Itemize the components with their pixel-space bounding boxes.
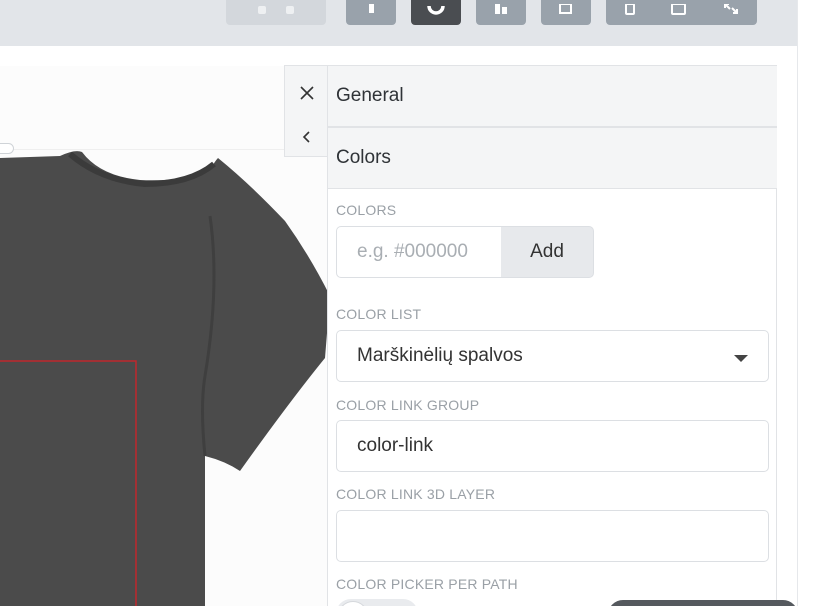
floating-action-bar[interactable] [608, 600, 798, 606]
chevron-down-icon [734, 355, 748, 362]
layers-icon [495, 3, 507, 14]
color-link-3d-layer-input[interactable] [336, 510, 769, 562]
palette-icon [427, 5, 445, 15]
general-section-header[interactable]: General [328, 65, 777, 127]
mobile-icon[interactable] [623, 3, 637, 18]
close-panel-button[interactable] [285, 70, 329, 116]
color-tool-button[interactable] [411, 0, 461, 25]
tshirt-image [0, 151, 330, 606]
text-icon [369, 3, 374, 13]
color-list-label: COLOR LIST [336, 306, 422, 322]
color-link-group-label: COLOR LINK GROUP [336, 397, 480, 413]
color-list-select[interactable]: Marškinėlių spalvos [336, 330, 769, 382]
toggle-knob [338, 601, 368, 606]
settings-panel: General Colors COLORS e.g. #000000 Add C… [327, 65, 777, 606]
colors-title: Colors [336, 147, 391, 168]
app-window: General Colors COLORS e.g. #000000 Add C… [0, 0, 829, 606]
panel-side-toolbar [284, 65, 328, 157]
undo-redo-icon [258, 5, 294, 14]
color-link-3d-layer-label: COLOR LINK 3D LAYER [336, 486, 496, 502]
vertical-scrollbar[interactable] [797, 0, 829, 606]
device-preview-group [606, 0, 757, 25]
colors-section-header[interactable]: Colors [328, 127, 777, 189]
color-picker-per-path-label: COLOR PICKER PER PATH [336, 576, 518, 592]
layers-tool-button[interactable] [476, 0, 526, 25]
general-title: General [336, 85, 404, 106]
chevron-left-icon [302, 131, 310, 143]
crop-tool-button[interactable] [541, 0, 591, 25]
colors-label: COLORS [336, 202, 397, 218]
color-list-value: Marškinėlių spalvos [357, 345, 523, 366]
crop-icon [559, 3, 572, 14]
tablet-icon[interactable] [670, 3, 688, 18]
color-hex-input[interactable]: e.g. #000000 [336, 226, 502, 278]
undo-redo-button[interactable] [226, 0, 326, 25]
close-icon [300, 86, 314, 100]
fullscreen-icon[interactable] [722, 3, 740, 18]
add-color-button[interactable]: Add [501, 226, 594, 278]
back-button[interactable] [285, 114, 329, 160]
top-toolbar [0, 0, 797, 46]
text-tool-button[interactable] [346, 0, 396, 25]
color-link-group-input[interactable]: color-link [336, 420, 769, 472]
color-picker-per-path-toggle[interactable] [336, 599, 418, 606]
